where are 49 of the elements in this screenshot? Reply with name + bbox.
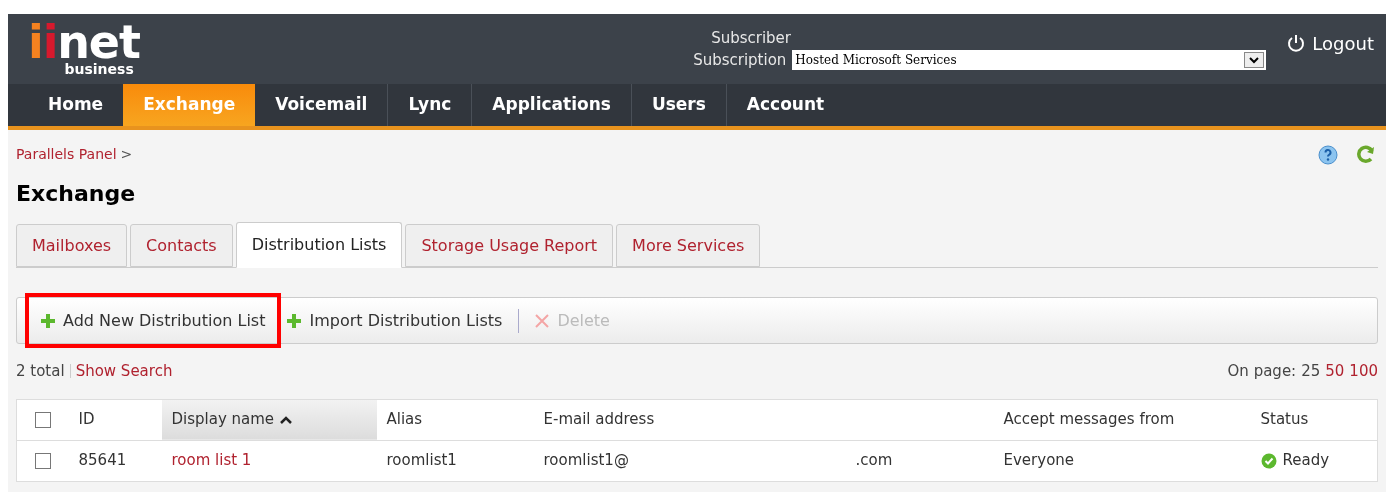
tab[interactable]: Mailboxes (16, 224, 128, 267)
tab[interactable]: Distribution Lists (235, 222, 403, 268)
refresh-icon[interactable] (1356, 144, 1376, 165)
total-count: 2 total (16, 361, 65, 382)
list-name-link[interactable]: room list 1 (171, 451, 252, 470)
column-header[interactable]: ID (78, 408, 95, 431)
page-size-link[interactable]: 100 (1349, 360, 1378, 383)
nav-tab[interactable]: Users (630, 84, 726, 126)
logout-button[interactable]: Logout (1286, 29, 1374, 57)
status-text: Ready (1282, 450, 1330, 472)
column-header[interactable]: Status (1260, 408, 1309, 431)
toolbar-button[interactable]: Add New Distribution List (29, 297, 278, 344)
page-size-link[interactable]: 50 (1325, 360, 1345, 383)
checkbox[interactable] (35, 452, 51, 469)
column-header[interactable]: E-mail address (543, 408, 655, 431)
power-icon (1286, 33, 1307, 53)
checkbox[interactable] (35, 411, 51, 428)
page-title: Exchange (16, 180, 137, 208)
email-local-part: roomlist1@ (543, 450, 630, 472)
sort-up-icon[interactable] (280, 415, 293, 424)
per-page-label: On page: (1227, 361, 1297, 382)
email-domain: .com (855, 450, 893, 472)
close-icon (535, 313, 550, 328)
subscriber-label: Subscriber (711, 27, 792, 49)
nav-tab[interactable]: Account (725, 84, 845, 126)
logo: iinet business (28, 22, 140, 76)
column-header[interactable]: Accept messages from (1003, 408, 1175, 431)
check-circle-icon (1260, 452, 1277, 469)
breadcrumb-link[interactable]: Parallels Panel (16, 144, 117, 165)
subscription-label: Subscription (693, 50, 787, 71)
column-header[interactable]: Alias (386, 408, 423, 431)
plus-icon (287, 313, 302, 328)
tab[interactable]: Storage Usage Report (405, 224, 614, 267)
subscription-dropdown[interactable]: Hosted Microsoft Services (792, 50, 1267, 71)
page-size-link[interactable]: 25 (1301, 360, 1321, 383)
nav-tab[interactable]: Voicemail (255, 84, 388, 126)
help-icon[interactable] (1318, 144, 1338, 165)
nav-tab[interactable]: Applications (471, 84, 631, 126)
table-cell: 85641 (78, 451, 127, 470)
tab[interactable]: Contacts (130, 224, 233, 267)
plus-icon (41, 313, 55, 328)
table-cell: roomlist1 (386, 451, 457, 470)
breadcrumb-separator: > (120, 145, 133, 164)
tab[interactable]: More Services (616, 224, 761, 267)
nav-tab[interactable]: Lync (387, 84, 472, 126)
nav-tab[interactable]: Home (28, 84, 124, 126)
show-search-link[interactable]: Show Search (75, 360, 173, 383)
table-cell: Everyone (1003, 451, 1075, 470)
toolbar-button[interactable]: Import Distribution Lists (281, 297, 509, 344)
